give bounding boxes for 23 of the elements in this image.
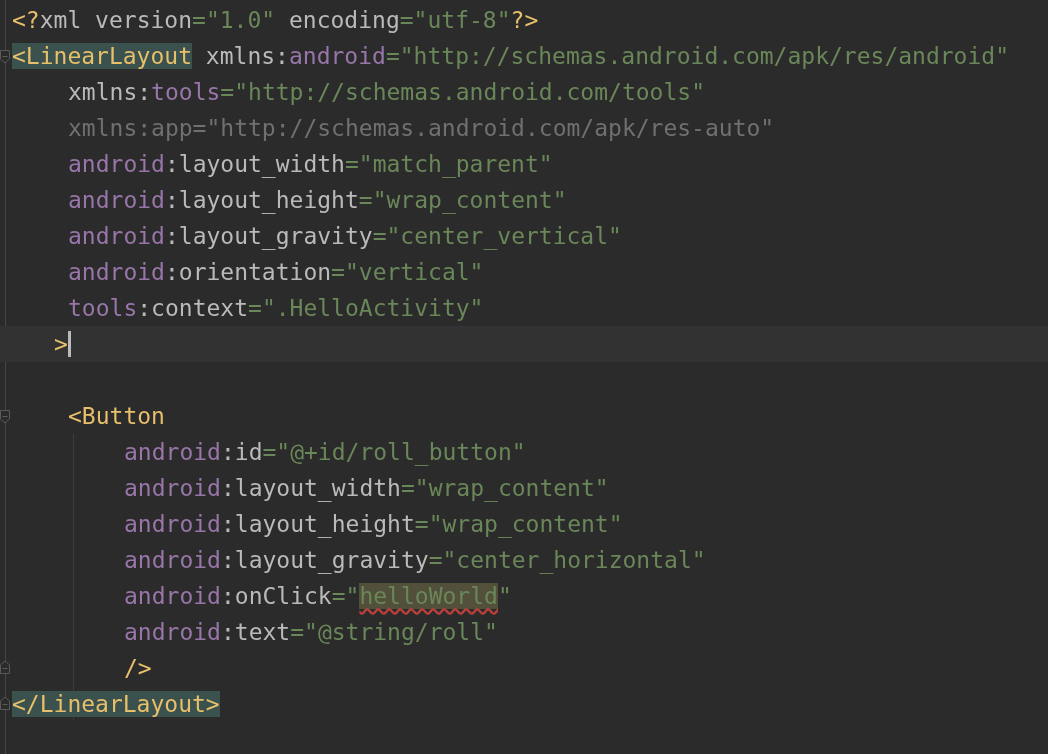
code-line: android:layout_height="wrap_content" <box>124 509 623 540</box>
code-line: android:id="@+id/roll_button" <box>124 437 526 468</box>
code-line: /> <box>124 653 152 683</box>
fold-icon[interactable] <box>0 696 10 710</box>
code-line: android:layout_width="match_parent" <box>68 149 553 180</box>
text-cursor <box>67 331 71 357</box>
code-line: > <box>54 329 68 359</box>
code-line: <Button <box>68 401 165 431</box>
code-line: android:layout_gravity="center_horizontal" <box>124 545 706 576</box>
code-line: android:layout_width="wrap_content" <box>124 473 609 504</box>
code-line: <?xml version="1.0" encoding="utf-8"?> <box>12 5 539 35</box>
code-editor[interactable] <box>0 0 1048 754</box>
fold-icon[interactable] <box>0 50 10 64</box>
fold-icon[interactable] <box>0 660 10 674</box>
code-line: <LinearLayout xmlns:android="http://schemas.android.com/apk/res/android" <box>12 41 1009 71</box>
fold-icon[interactable] <box>0 410 10 424</box>
code-line: android:orientation="vertical" <box>68 257 484 287</box>
code-line: android:text="@string/roll" <box>124 617 498 647</box>
code-line: android:layout_height="wrap_content" <box>68 185 567 216</box>
code-line: tools:context=".HelloActivity" <box>68 293 484 323</box>
code-line: xmlns:app="http://schemas.android.com/apk/res-auto" <box>68 113 775 143</box>
code-line: xmlns:tools="http://schemas.android.com/tools" <box>68 77 705 107</box>
code-line: android:layout_gravity="center_vertical" <box>68 221 622 252</box>
